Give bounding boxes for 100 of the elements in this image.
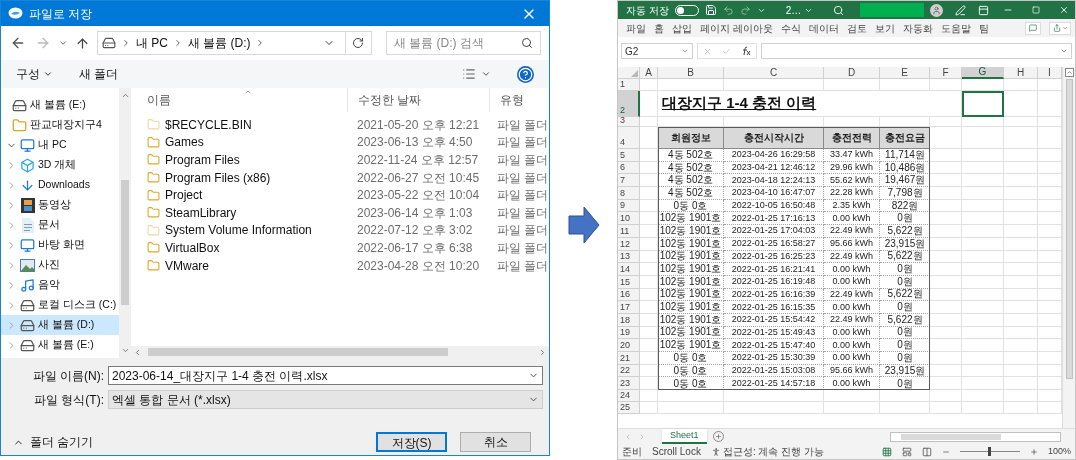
row-header[interactable]: 25 <box>618 402 640 415</box>
row-header[interactable]: 4 <box>618 127 640 149</box>
grid-cell[interactable] <box>1004 402 1038 415</box>
help-button[interactable] <box>517 65 534 83</box>
column-header[interactable]: B <box>658 67 724 79</box>
grid-cell[interactable] <box>962 339 1004 352</box>
grid-cell[interactable] <box>962 127 1004 149</box>
grid-cell[interactable] <box>1004 352 1038 365</box>
comments-button[interactable] <box>1025 21 1041 35</box>
expand-icon[interactable] <box>1060 47 1068 55</box>
grid-cell[interactable] <box>1004 212 1038 226</box>
menu-tab[interactable]: 자동화 <box>902 20 933 36</box>
grid-cell[interactable] <box>640 117 658 127</box>
grid-cell[interactable] <box>962 326 1004 340</box>
cancel-icon[interactable] <box>703 46 712 56</box>
grid-cell[interactable] <box>962 187 1004 200</box>
dropdown-icon[interactable] <box>681 47 689 55</box>
grid-cell[interactable] <box>962 174 1004 188</box>
row-header[interactable]: 7 <box>618 174 640 188</box>
file-name[interactable]: SteamLibrary <box>165 203 237 222</box>
nav-item[interactable]: 새 볼륨 (D:) <box>1 315 119 335</box>
pen-icon[interactable] <box>955 4 967 16</box>
grid-cell[interactable] <box>1004 288 1038 302</box>
nav-item[interactable]: Downloads <box>1 175 119 195</box>
grid-cell[interactable] <box>962 364 1004 378</box>
grid-cell[interactable] <box>1004 250 1038 264</box>
column-header[interactable]: 이름 <box>137 88 347 112</box>
column-header[interactable]: G <box>962 67 1004 79</box>
row-header[interactable]: 11 <box>618 225 640 238</box>
grid-cell[interactable] <box>962 79 1004 91</box>
grid-cell[interactable] <box>640 390 658 403</box>
nav-item[interactable]: 내 PC <box>1 135 119 155</box>
row-header[interactable]: 2 <box>618 91 640 117</box>
file-name[interactable]: Games <box>165 133 204 152</box>
ribbon-display-icon[interactable] <box>978 4 990 16</box>
grid-cell[interactable] <box>962 301 1004 314</box>
menu-tab[interactable]: 팀 <box>978 20 989 36</box>
grid-cell[interactable] <box>962 352 1004 365</box>
zoom-in-icon[interactable] <box>1029 447 1038 456</box>
nav-item[interactable]: 문서 <box>1 215 119 235</box>
grid-cell[interactable] <box>724 402 824 415</box>
page-layout-icon[interactable] <box>901 446 912 457</box>
nav-item[interactable]: 판교대장지구4 <box>1 115 119 135</box>
grid-cell[interactable] <box>962 149 1004 162</box>
column-header[interactable]: A <box>640 67 658 79</box>
grid-cell[interactable] <box>962 212 1004 226</box>
accessibility-status[interactable]: 접근성: 계속 진행 가능 <box>722 444 825 459</box>
file-name[interactable]: $RECYCLE.BIN <box>165 115 252 134</box>
row-header[interactable]: 23 <box>618 377 640 391</box>
breadcrumb[interactable]: 새 볼륨 (D:) <box>187 34 251 52</box>
column-header[interactable]: H <box>1004 67 1038 79</box>
grid-cell[interactable] <box>962 390 1004 403</box>
next-sheet-icon[interactable] <box>638 432 646 441</box>
scrollbar[interactable] <box>131 346 549 358</box>
row-header[interactable]: 14 <box>618 263 640 276</box>
grid-cell[interactable] <box>962 161 1004 175</box>
new-folder-button[interactable]: 새 폴더 <box>79 65 119 83</box>
grid-cell[interactable] <box>724 79 824 91</box>
organize-button[interactable]: 구성 <box>16 65 53 83</box>
file-name-button[interactable]: 2… <box>785 2 814 18</box>
row-header[interactable]: 21 <box>618 352 640 365</box>
zoom-reading[interactable]: 100% <box>1047 444 1071 459</box>
menu-tab[interactable]: 데이터 <box>808 20 839 36</box>
avatar[interactable] <box>930 3 944 17</box>
grid-cell[interactable] <box>930 402 962 415</box>
dialog-button[interactable]: 취소 <box>460 432 531 452</box>
grid-cell[interactable] <box>962 250 1004 264</box>
view-options-button[interactable] <box>461 67 491 81</box>
row-header[interactable]: 20 <box>618 339 640 352</box>
grid-cell[interactable] <box>1004 187 1038 200</box>
menu-tab[interactable]: 삽입 <box>672 20 692 36</box>
grid-cell[interactable] <box>962 199 1004 213</box>
file-name[interactable]: Project <box>165 186 203 205</box>
grid-cell[interactable] <box>962 288 1004 302</box>
grid-cell[interactable] <box>1004 79 1038 91</box>
grid-cell[interactable] <box>1004 225 1038 238</box>
grid-cell[interactable] <box>1004 117 1038 127</box>
grid-cell[interactable] <box>1004 326 1038 340</box>
grid-cell[interactable] <box>962 263 1004 276</box>
scrollbar[interactable] <box>119 88 131 358</box>
menu-tab[interactable]: 수식 <box>780 20 801 36</box>
grid-cell[interactable] <box>658 402 724 415</box>
page-break-icon[interactable] <box>921 446 932 457</box>
row-header[interactable]: 8 <box>618 187 640 200</box>
grid-cell[interactable] <box>962 117 1004 127</box>
refresh-button[interactable] <box>345 31 372 55</box>
grid-cell[interactable] <box>930 79 962 91</box>
grid-cell[interactable] <box>1004 149 1038 162</box>
nav-item[interactable]: 바탕 화면 <box>1 235 119 255</box>
formula-field[interactable] <box>761 43 1072 59</box>
grid-cell[interactable] <box>1004 313 1038 327</box>
grid-cell[interactable] <box>962 313 1004 327</box>
row-header[interactable]: 1 <box>618 79 640 91</box>
grid-cell[interactable] <box>1004 199 1038 213</box>
menu-tab[interactable]: 도움말 <box>940 20 971 36</box>
function-icon[interactable] <box>741 46 751 56</box>
check-icon[interactable] <box>722 46 731 56</box>
grid-cell[interactable] <box>1004 91 1038 117</box>
grid-cell[interactable] <box>1004 161 1038 175</box>
grid-cell[interactable] <box>1004 301 1038 314</box>
